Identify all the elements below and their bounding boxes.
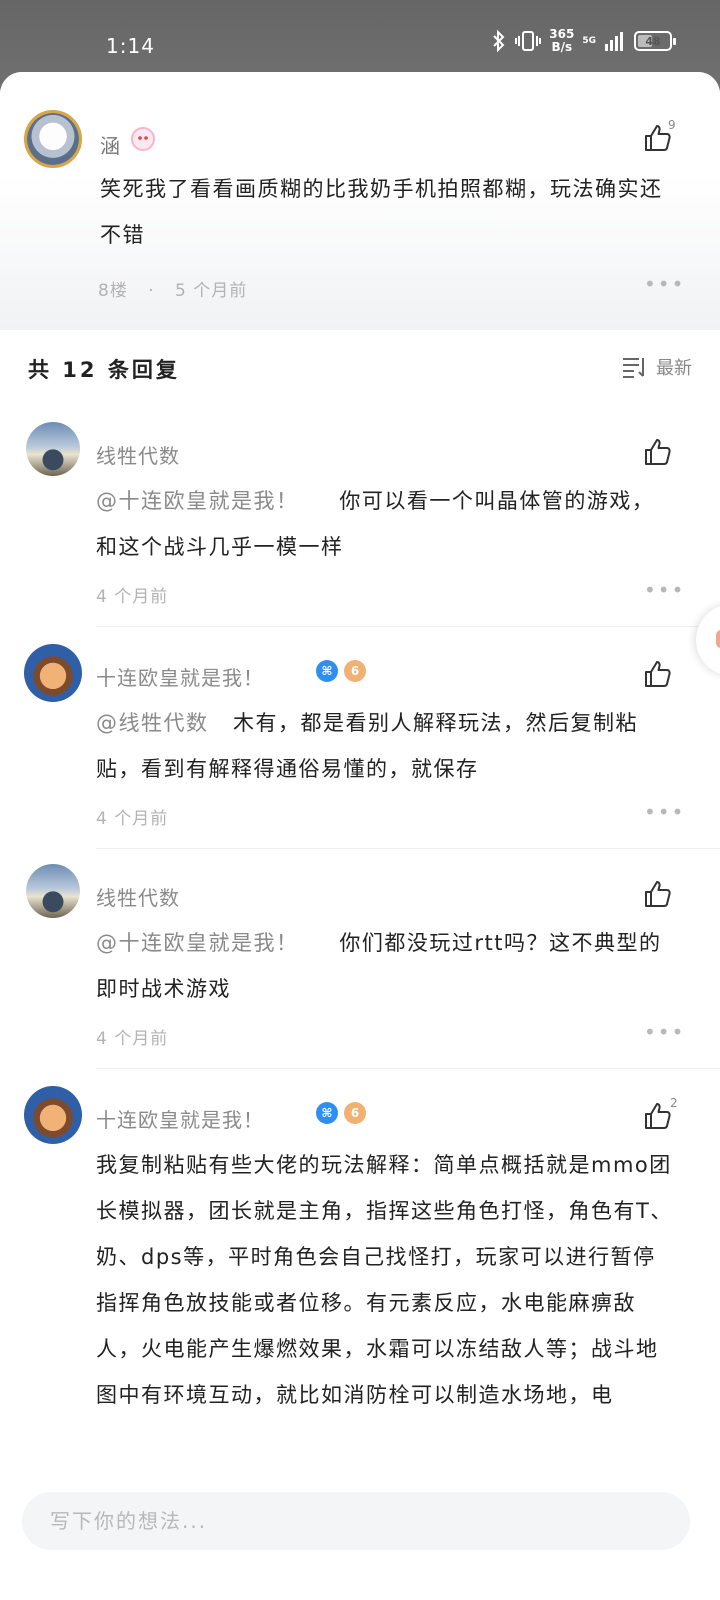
divider <box>96 626 720 627</box>
reply-mention[interactable]: @十连欧皇就是我！ <box>96 931 299 955</box>
sort-label: 最新 <box>656 358 692 379</box>
sort-button[interactable]: 最新 <box>622 354 692 380</box>
avatar[interactable] <box>24 644 82 702</box>
avatar[interactable] <box>24 1086 82 1144</box>
replies-count-title: 共 12 条回复 <box>28 358 180 382</box>
reply-time: 4 个月前 <box>96 587 169 607</box>
more-button[interactable]: ••• <box>644 578 685 602</box>
reply-text: 我复制粘贴有些大佬的玩法解释：简单点概括就是mmo团长模拟器，团长就是主角，指挥… <box>96 1153 673 1407</box>
reply-text: @十连欧皇就是我！ 你可以看一个叫晶体管的游戏，和这个战斗几乎一模一样 <box>96 478 676 570</box>
comment-username[interactable]: 涵 <box>100 130 121 159</box>
network-type: 5G <box>582 36 596 46</box>
like-icon[interactable] <box>642 878 674 910</box>
reply-text: @线牲代数 木有，都是看别人解释玩法，然后复制粘贴，看到有解释得通俗易懂的，就保… <box>96 700 676 792</box>
sort-list-icon <box>623 358 644 378</box>
status-icons: 365 B/s 5G 48 <box>491 27 676 54</box>
user-badge-icon <box>131 127 155 151</box>
like-icon[interactable] <box>642 658 674 690</box>
level-badge: 6 <box>344 1102 366 1124</box>
floating-side-button[interactable] <box>696 604 720 676</box>
level-badge: 6 <box>344 660 366 682</box>
comment-sheet: 涵 笑死我了看看画质糊的比我奶手机拍照都糊，玩法确实还不错 8楼 · 5 个月前… <box>0 72 720 1600</box>
avatar[interactable] <box>26 422 80 476</box>
more-button[interactable]: ••• <box>644 1020 685 1044</box>
battery-level: 48 <box>645 34 661 48</box>
game-badge-icon: ⌘ <box>316 660 338 682</box>
avatar[interactable] <box>24 110 82 168</box>
avatar[interactable] <box>26 864 80 918</box>
more-button[interactable]: ••• <box>644 272 685 296</box>
signal-icon <box>605 32 623 51</box>
comment-time: 5 个月前 <box>175 281 248 301</box>
reply-username[interactable]: 线牲代数 <box>96 440 180 469</box>
divider <box>96 1068 720 1069</box>
comment-input[interactable] <box>22 1492 690 1550</box>
like-icon[interactable] <box>642 436 674 468</box>
reply-text: @十连欧皇就是我！ 你们都没玩过rtt吗？这不典型的即时战术游戏 <box>96 920 676 1012</box>
like-count: 9 <box>668 118 676 132</box>
status-bar: 1:14 365 B/s 5G 48 <box>0 0 720 80</box>
comment-text: 笑死我了看看画质糊的比我奶手机拍照都糊，玩法确实还不错 <box>100 177 663 247</box>
game-badge-icon: ⌘ <box>316 1102 338 1124</box>
network-speed: 365 B/s <box>549 27 575 54</box>
reply-username[interactable]: 十连欧皇就是我！ <box>96 1104 264 1133</box>
divider <box>96 848 720 849</box>
meta-separator: · <box>148 281 155 301</box>
comment-meta: 8楼 · 5 个月前 <box>98 276 247 301</box>
battery-icon: 48 <box>634 31 676 51</box>
reply-mention[interactable]: @线牲代数 <box>96 711 209 735</box>
like-count: 2 <box>670 1096 678 1110</box>
reply-mention[interactable]: @十连欧皇就是我！ <box>96 489 299 513</box>
more-button[interactable]: ••• <box>644 800 685 824</box>
comment-composer <box>0 1472 720 1600</box>
reply-time: 4 个月前 <box>96 1029 169 1049</box>
bluetooth-icon <box>493 29 505 53</box>
reply-time: 4 个月前 <box>96 809 169 829</box>
reply-username[interactable]: 线牲代数 <box>96 882 180 911</box>
status-time: 1:14 <box>106 34 155 58</box>
parent-comment: 涵 笑死我了看看画质糊的比我奶手机拍照都糊，玩法确实还不错 8楼 · 5 个月前… <box>0 72 720 330</box>
reply-username[interactable]: 十连欧皇就是我！ <box>96 662 264 691</box>
vibrate-icon <box>515 31 542 51</box>
comment-floor: 8楼 <box>98 281 128 301</box>
